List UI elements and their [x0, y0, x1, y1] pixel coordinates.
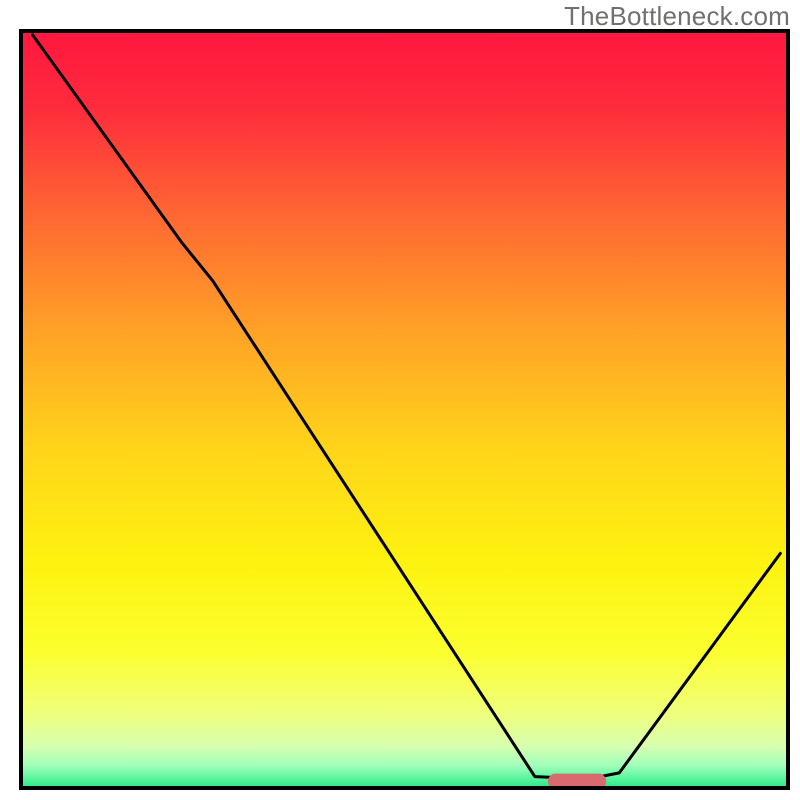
bottleneck-chart: [0, 0, 800, 800]
chart-background-gradient: [21, 31, 788, 788]
watermark-text: TheBottleneck.com: [564, 1, 790, 32]
